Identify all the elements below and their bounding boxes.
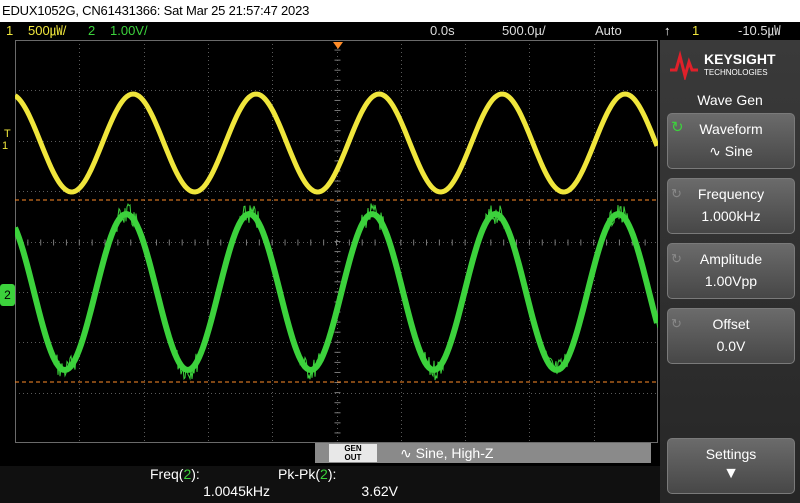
time-delay[interactable]: 0.0s xyxy=(430,22,455,40)
trigger-level-marker: T xyxy=(4,128,11,140)
ch2-number[interactable]: 2 xyxy=(88,22,95,40)
logo-subtext: TECHNOLOGIES xyxy=(704,68,768,77)
trigger-level[interactable]: -10.5㎼ xyxy=(738,22,781,40)
measure-value-freq: 1.0045kHz xyxy=(203,483,270,499)
waveform-display[interactable] xyxy=(15,40,658,443)
measure-label-pkpk: Pk-Pk(2): xyxy=(278,466,337,482)
status-bar: 1 500㎼/ 2 1.00V/ 0.0s 500.0µ/ Auto ↑ 1 -… xyxy=(0,22,800,40)
wavegen-mode: Sine, High-Z xyxy=(415,445,494,461)
ch2-ground-marker[interactable]: 2 xyxy=(0,284,15,306)
time-scale[interactable]: 500.0µ/ xyxy=(502,22,546,40)
measure-value-pkpk: 3.62V xyxy=(361,483,398,499)
settings-softkey[interactable]: Settings ▼ xyxy=(667,438,795,494)
keysight-logo: KEYSIGHT TECHNOLOGIES xyxy=(670,50,776,80)
wavegen-status-bar[interactable]: GEN OUT ∿ Sine, High-Z xyxy=(315,443,651,463)
trigger-edge-icon: ↑ xyxy=(664,23,671,38)
ch1-ground-marker[interactable]: T 1 xyxy=(0,128,15,158)
logo-text: KEYSIGHT xyxy=(704,51,776,67)
measure-label-freq: Freq(2): xyxy=(150,466,200,482)
sine-icon: ∿ xyxy=(400,445,412,461)
ch2-scale[interactable]: 1.00V/ xyxy=(110,22,148,40)
ch1-scale[interactable]: 500㎼/ xyxy=(28,22,66,40)
arrow-down-icon: ▼ xyxy=(723,465,739,482)
offset-softkey[interactable]: ↻ Offset 0.0V xyxy=(667,308,795,364)
amplitude-softkey[interactable]: ↻ Amplitude 1.00Vpp xyxy=(667,243,795,299)
trigger-mode[interactable]: Auto xyxy=(595,22,622,40)
waveform-softkey[interactable]: ↻ Waveform ∿ Sine xyxy=(667,113,795,169)
ch1-number[interactable]: 1 xyxy=(6,22,13,40)
title-bar: EDUX1052G, CN61431366: Sat Mar 25 21:57:… xyxy=(0,0,800,22)
sine-icon: ∿ xyxy=(709,143,721,159)
panel-title: Wave Gen xyxy=(697,92,763,108)
gen-out-badge: GEN OUT xyxy=(329,444,377,462)
measurement-bar: Freq(2): 1.0045kHz Pk-Pk(2): 3.62V xyxy=(0,466,660,503)
softkey-panel: KEYSIGHT TECHNOLOGIES Wave Gen ↻ Wavefor… xyxy=(660,40,800,503)
title-text: EDUX1052G, CN61431366: Sat Mar 25 21:57:… xyxy=(2,3,310,18)
trigger-channel[interactable]: 1 xyxy=(692,22,699,40)
frequency-softkey[interactable]: ↻ Frequency 1.000kHz xyxy=(667,178,795,234)
